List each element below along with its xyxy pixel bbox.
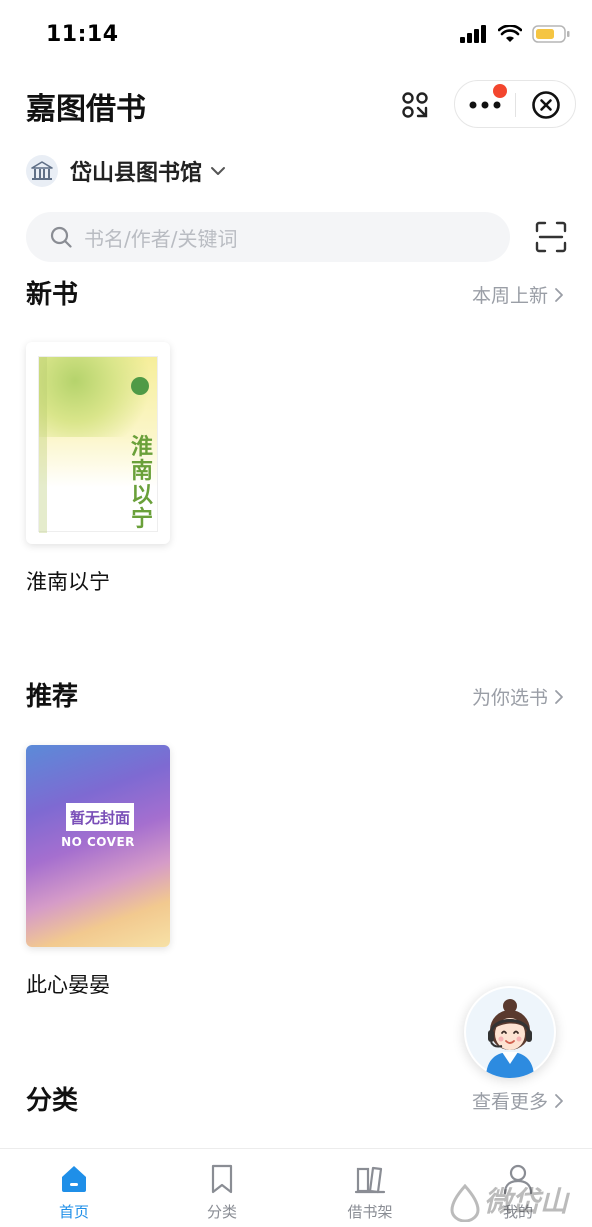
- signal-icon: [460, 25, 486, 43]
- library-selector[interactable]: 岱山县图书馆: [26, 152, 226, 190]
- book-cover-recommend[interactable]: 暂无封面 NO COVER: [26, 745, 170, 947]
- more-recommend-label: 为你选书: [471, 687, 548, 709]
- wifi-icon: [498, 25, 522, 42]
- library-building-icon: [26, 155, 58, 187]
- tab-category-label: 分类: [206, 1203, 237, 1221]
- status-icons: [460, 24, 570, 44]
- section-title-categories: 分类: [26, 1086, 79, 1116]
- home-icon: [62, 1166, 86, 1192]
- more-categories-link[interactable]: 查看更多: [472, 1087, 564, 1114]
- cover-title-text: 淮南以宁: [131, 434, 154, 532]
- library-name: 岱山县图书馆: [70, 161, 203, 186]
- status-time: 11:14: [46, 22, 119, 47]
- section-title-new-books: 新书: [26, 280, 79, 310]
- customer-service-button[interactable]: [464, 986, 556, 1078]
- section-title-recommend: 推荐: [26, 682, 79, 712]
- close-circle-icon: [532, 91, 560, 119]
- book-cover-art: 淮南以宁: [38, 356, 159, 533]
- cover-spine: [39, 357, 47, 533]
- app-title: 嘉图借书: [26, 92, 146, 127]
- mini-program-capsule: [454, 80, 576, 128]
- book-cover-new[interactable]: 淮南以宁: [26, 342, 170, 544]
- search-input[interactable]: 书名/作者/关键词: [26, 212, 510, 262]
- scan-qr-icon: [402, 92, 428, 118]
- tab-home-label: 首页: [58, 1203, 89, 1221]
- no-cover-label-cn: 暂无封面: [69, 808, 130, 827]
- tab-bookshelf-label: 借书架: [347, 1203, 393, 1221]
- customer-service-agent-icon: [466, 988, 554, 1078]
- watermark-logo-icon: [450, 1184, 480, 1222]
- more-new-books-label: 本周上新: [471, 285, 548, 307]
- tab-bookshelf[interactable]: 借书架: [296, 1149, 444, 1227]
- watermark-text: 微岱山: [484, 1185, 569, 1218]
- chevron-down-icon: [211, 167, 226, 175]
- book-title-new[interactable]: 淮南以宁: [26, 566, 110, 596]
- tab-home[interactable]: 首页: [0, 1149, 148, 1227]
- notification-dot: [493, 84, 507, 98]
- no-cover-label-en: NO COVER: [61, 835, 135, 849]
- chevron-right-icon: [555, 1093, 563, 1108]
- close-button[interactable]: [516, 81, 576, 129]
- book-title-recommend[interactable]: 此心晏晏: [26, 969, 110, 999]
- search-placeholder: 书名/作者/关键词: [84, 226, 238, 251]
- more-categories-label: 查看更多: [471, 1091, 548, 1113]
- cover-badge: [131, 377, 149, 395]
- battery-icon: [532, 25, 570, 43]
- tab-category[interactable]: 分类: [148, 1149, 296, 1227]
- more-recommend-link[interactable]: 为你选书: [472, 683, 564, 710]
- bookmark-icon: [211, 1164, 233, 1194]
- scan-code-button[interactable]: [534, 220, 568, 254]
- chevron-right-icon: [555, 689, 563, 704]
- scan-qr-button[interactable]: [392, 82, 438, 128]
- more-new-books-link[interactable]: 本周上新: [472, 281, 564, 308]
- scan-code-icon: [535, 221, 567, 253]
- cover-foliage: [39, 357, 159, 437]
- bookshelf-icon: [354, 1166, 386, 1194]
- chevron-right-icon: [555, 287, 563, 302]
- search-icon: [50, 226, 72, 248]
- more-dots-icon: [469, 101, 501, 109]
- no-cover-label-box: 暂无封面: [66, 803, 134, 831]
- status-bar: 11:14: [0, 0, 592, 70]
